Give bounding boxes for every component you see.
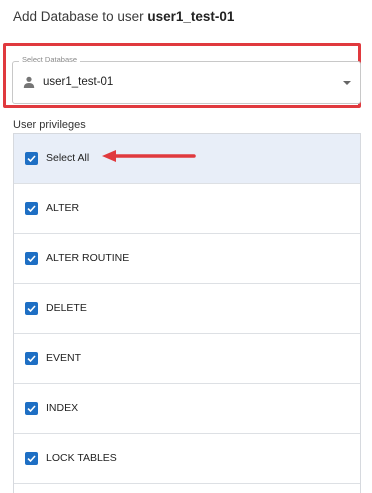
database-select-value: user1_test-01 (43, 76, 114, 88)
privilege-event[interactable]: EVENT (14, 334, 360, 384)
privilege-label: ALTER (46, 202, 80, 214)
dialog-title: Add Database to user user1_test-01 (13, 9, 234, 24)
privilege-label: Select All (46, 152, 90, 164)
privilege-alter[interactable]: ALTER (14, 184, 360, 234)
privilege-index[interactable]: INDEX (14, 384, 360, 434)
checkbox-checked-icon[interactable] (25, 252, 38, 265)
privilege-label: INDEX (46, 402, 79, 414)
checkbox-checked-icon[interactable] (25, 452, 38, 465)
privileges-list: Select All ALTER ALTER ROUTINE DELETE EV… (13, 133, 361, 493)
dialog-title-user: user1_test-01 (147, 9, 235, 24)
checkbox-checked-icon[interactable] (25, 152, 38, 165)
pointer-arrow-icon (102, 150, 196, 162)
checkbox-checked-icon[interactable] (25, 202, 38, 215)
privilege-lock-tables[interactable]: LOCK TABLES (14, 434, 360, 484)
checkbox-checked-icon[interactable] (25, 402, 38, 415)
dialog-title-prefix: Add Database to user (13, 9, 144, 24)
privilege-label: DELETE (46, 302, 87, 314)
privilege-label: ALTER ROUTINE (46, 252, 130, 264)
privilege-label: LOCK TABLES (46, 452, 117, 464)
privilege-alter-routine[interactable]: ALTER ROUTINE (14, 234, 360, 284)
checkbox-checked-icon[interactable] (25, 302, 38, 315)
privilege-delete[interactable]: DELETE (14, 284, 360, 334)
user-privileges-label: User privileges (13, 119, 86, 131)
select-database-label: Select Database (19, 55, 81, 64)
checkbox-checked-icon[interactable] (25, 352, 38, 365)
chevron-down-icon[interactable] (343, 81, 351, 85)
privilege-label: EVENT (46, 352, 82, 364)
person-icon (23, 76, 35, 88)
